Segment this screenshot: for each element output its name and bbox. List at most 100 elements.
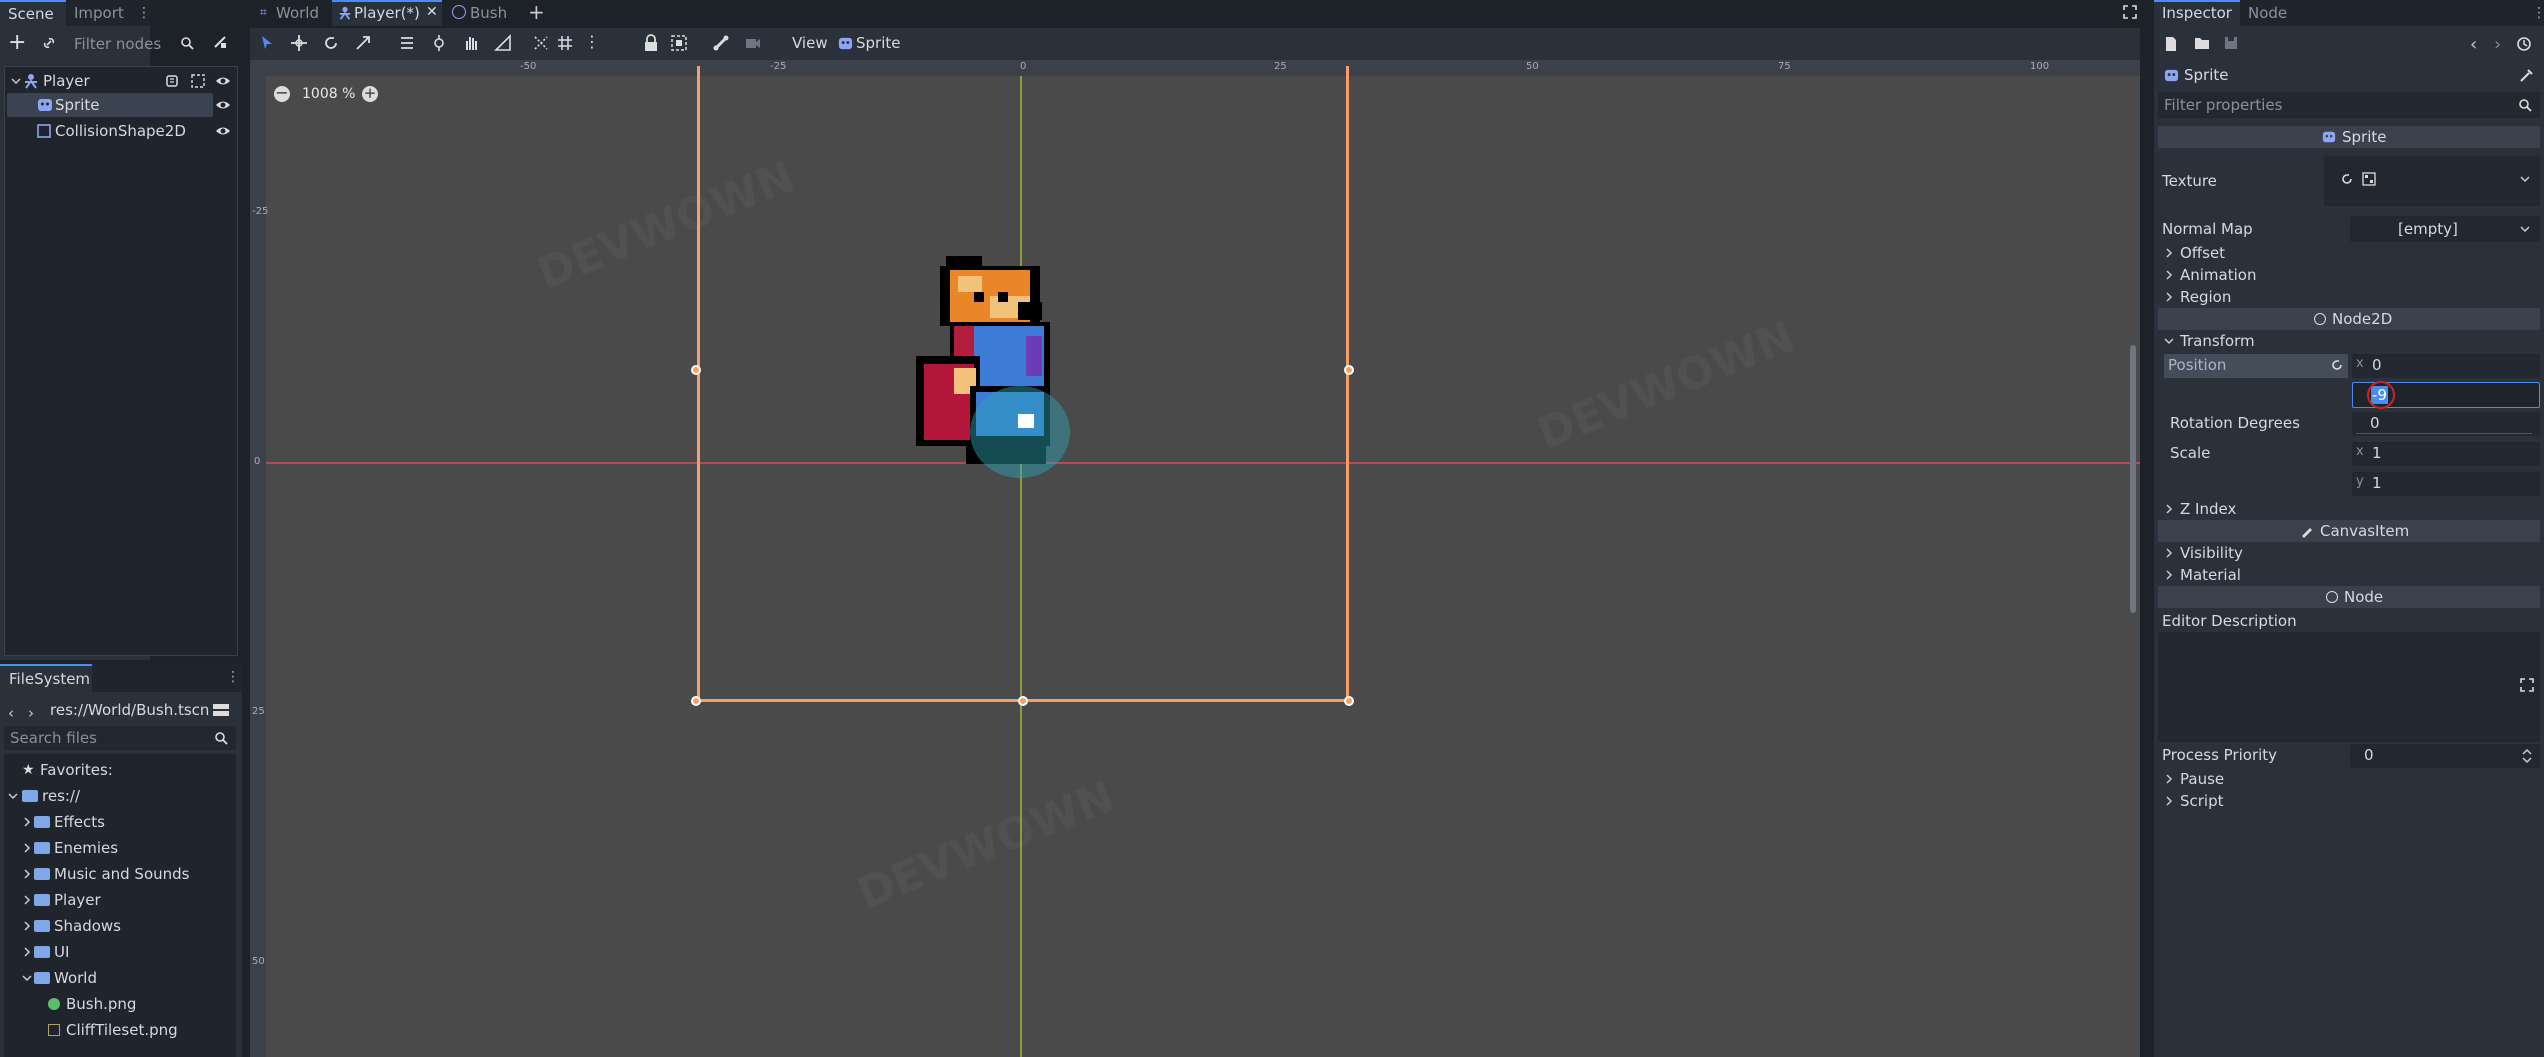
canvas-scrollbar-vertical[interactable] xyxy=(2130,345,2136,613)
view-menu[interactable]: View xyxy=(792,34,828,52)
tab-inspector[interactable]: Inspector xyxy=(2154,0,2240,26)
script-attach-icon[interactable] xyxy=(212,34,228,50)
normal-map-picker[interactable]: [empty] xyxy=(2350,216,2540,242)
list-select-icon[interactable] xyxy=(398,34,416,52)
section-transform[interactable]: Transform xyxy=(2154,330,2544,352)
file-item-clifftileset-png[interactable]: CliffTileset.png xyxy=(4,1018,236,1042)
ruler-vertical[interactable]: -25 0 25 50 xyxy=(250,76,268,1057)
script-icon[interactable] xyxy=(165,74,179,88)
folder-item-effects[interactable]: Effects xyxy=(4,810,236,834)
scale-x-field[interactable]: x 1 xyxy=(2352,442,2540,466)
tab-import[interactable]: Import xyxy=(68,0,128,26)
history-back-icon[interactable]: ‹ xyxy=(8,704,18,722)
file-item-bush-png[interactable]: Bush.png xyxy=(4,992,236,1016)
scene-tab-bush[interactable]: Bush xyxy=(448,0,518,26)
section-offset[interactable]: Offset xyxy=(2154,242,2544,264)
section-animation[interactable]: Animation xyxy=(2154,264,2544,286)
chevron-down-icon[interactable] xyxy=(2520,224,2530,234)
tree-item-collisionshape2d[interactable]: CollisionShape2D xyxy=(5,119,237,143)
section-z-index[interactable]: Z Index xyxy=(2154,498,2544,520)
selection-handle[interactable] xyxy=(1018,696,1028,706)
history-forward-icon[interactable]: › xyxy=(2494,34,2504,55)
dock-menu-icon[interactable]: ⋮ xyxy=(226,669,240,685)
selection-handle[interactable] xyxy=(1344,696,1354,706)
section-script[interactable]: Script xyxy=(2154,790,2544,812)
object-tools-icon[interactable] xyxy=(2518,68,2534,84)
tree-item-sprite[interactable]: Sprite xyxy=(7,93,213,117)
path-field[interactable]: res://World/Bush.tscn xyxy=(44,698,209,722)
player-sprite[interactable] xyxy=(910,256,1134,566)
expand-arrow-icon[interactable] xyxy=(22,869,32,879)
history-back-icon[interactable]: ‹ xyxy=(2470,34,2480,55)
visibility-eye-icon[interactable] xyxy=(215,74,231,88)
rotation-field[interactable]: 0 xyxy=(2352,412,2540,436)
camera-override-icon[interactable] xyxy=(744,34,762,52)
tab-scene[interactable]: Scene xyxy=(0,0,66,26)
folder-item-music-and-sounds[interactable]: Music and Sounds xyxy=(4,862,236,886)
new-resource-icon[interactable] xyxy=(2164,36,2178,52)
scene-tab-world[interactable]: ⌗ World xyxy=(254,0,332,26)
zoom-level[interactable]: 1008 % xyxy=(302,86,355,102)
inspector-object-row[interactable]: Sprite xyxy=(2154,64,2544,88)
link-icon[interactable] xyxy=(42,36,56,50)
rotate-tool-icon[interactable] xyxy=(322,34,340,52)
select-tool-icon[interactable] xyxy=(258,34,276,52)
favorites-item[interactable]: ★ Favorites: xyxy=(4,758,236,782)
selection-handle[interactable] xyxy=(1344,365,1354,375)
filter-properties-input[interactable]: Filter properties xyxy=(2158,92,2540,118)
split-mode-icon[interactable] xyxy=(212,702,230,718)
more-options-icon[interactable]: ⋮ xyxy=(584,32,600,52)
position-x-field[interactable]: x 0 xyxy=(2352,354,2540,378)
move-tool-icon[interactable] xyxy=(290,34,308,52)
expand-arrow-icon[interactable] xyxy=(22,817,32,827)
grid-snap-icon[interactable] xyxy=(556,34,574,52)
selection-handle[interactable] xyxy=(691,696,701,706)
revert-icon[interactable] xyxy=(2330,358,2344,372)
new-scene-tab-icon[interactable]: + xyxy=(528,0,546,24)
visibility-eye-icon[interactable] xyxy=(215,98,231,112)
tab-filesystem[interactable]: FileSystem xyxy=(0,664,92,692)
scale-y-field[interactable]: y 1 xyxy=(2352,472,2540,496)
pan-tool-icon[interactable] xyxy=(462,34,480,52)
lock-icon[interactable] xyxy=(642,34,660,52)
history-icon[interactable] xyxy=(2516,36,2532,52)
group-select-icon[interactable] xyxy=(670,34,688,52)
spinner-arrows-icon[interactable] xyxy=(2522,749,2532,763)
scale-tool-icon[interactable] xyxy=(354,34,372,52)
tab-node[interactable]: Node xyxy=(2242,0,2302,26)
section-pause[interactable]: Pause xyxy=(2154,768,2544,790)
folder-item-ui[interactable]: UI xyxy=(4,940,236,964)
folder-item-shadows[interactable]: Shadows xyxy=(4,914,236,938)
expand-arrow-icon[interactable] xyxy=(22,895,32,905)
editor-description-textarea[interactable] xyxy=(2158,632,2540,742)
revert-icon[interactable] xyxy=(2340,172,2354,186)
expand-arrow-icon[interactable] xyxy=(22,947,32,957)
dock-menu-icon[interactable]: ⋮ xyxy=(137,5,151,21)
expand-arrow-icon[interactable] xyxy=(22,843,32,853)
collapse-arrow-icon[interactable] xyxy=(8,791,18,801)
section-material[interactable]: Material xyxy=(2154,564,2544,586)
section-visibility[interactable]: Visibility xyxy=(2154,542,2544,564)
selection-handle[interactable] xyxy=(691,365,701,375)
add-node-icon[interactable]: + xyxy=(8,32,26,54)
distraction-free-icon[interactable] xyxy=(2122,4,2138,20)
collapse-arrow-icon[interactable] xyxy=(22,973,32,983)
filter-nodes-input[interactable]: Filter nodes xyxy=(64,32,200,56)
history-forward-icon[interactable]: › xyxy=(28,704,38,722)
zoom-out-icon[interactable]: − xyxy=(274,85,290,102)
close-tab-icon[interactable]: ✕ xyxy=(426,5,438,19)
scene-tab-player[interactable]: Player(*) ✕ xyxy=(332,0,442,26)
save-resource-icon[interactable] xyxy=(2224,36,2238,50)
folder-item-enemies[interactable]: Enemies xyxy=(4,836,236,860)
dock-menu-icon[interactable]: ⋮ xyxy=(2532,5,2544,21)
folder-item-player[interactable]: Player xyxy=(4,888,236,912)
zoom-in-icon[interactable]: + xyxy=(362,86,378,102)
section-region[interactable]: Region xyxy=(2154,286,2544,308)
load-resource-icon[interactable] xyxy=(2194,36,2210,50)
group-icon[interactable] xyxy=(191,74,205,88)
res-root-item[interactable]: res:// xyxy=(4,784,236,808)
expand-arrow-icon[interactable] xyxy=(22,921,32,931)
bone-icon[interactable] xyxy=(712,34,730,52)
smart-snap-icon[interactable] xyxy=(532,34,550,52)
search-files-input[interactable]: Search files xyxy=(4,726,236,750)
